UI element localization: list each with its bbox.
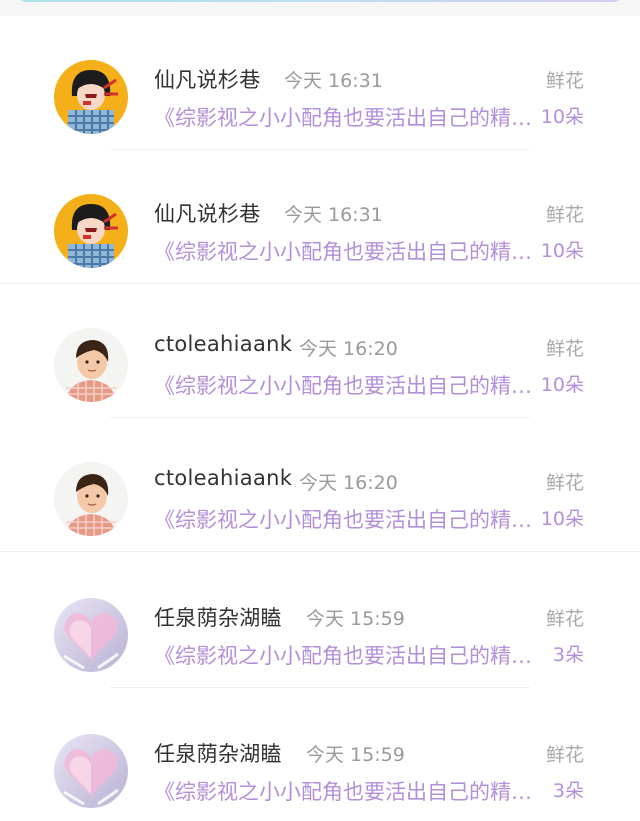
heart-avatar[interactable] xyxy=(54,598,128,672)
list-item[interactable]: 仙凡说杉巷 今天 16:31 《综影视之小小配角也要活出自己的精彩》 鲜花 10… xyxy=(0,16,640,150)
timestamp: 今天 16:31 xyxy=(284,204,383,226)
timestamp: 今天 16:20 xyxy=(299,472,398,494)
gift-count: 3朵 xyxy=(552,644,584,666)
boy-avatar[interactable] xyxy=(54,462,128,536)
timestamp: 今天 16:31 xyxy=(284,70,383,92)
timestamp: 今天 16:20 xyxy=(299,338,398,360)
user-name[interactable]: ctoleahiaank xyxy=(154,466,292,490)
book-title-link[interactable]: 《综影视之小小配角也要活出自己的精彩》 xyxy=(154,370,532,400)
gift-type-label: 鲜花 xyxy=(545,608,584,630)
list-item[interactable]: 仙凡说杉巷 今天 16:31 《综影视之小小配角也要活出自己的精彩》 鲜花 10… xyxy=(0,150,640,284)
user-name[interactable]: ctoleahiaank xyxy=(154,332,292,356)
gift-count: 10朵 xyxy=(540,508,584,530)
top-header-strip xyxy=(0,0,640,16)
list-item[interactable]: 任泉荫杂湖瞌 今天 15:59 《综影视之小小配角也要活出自己的精彩》 鲜花 3… xyxy=(0,552,640,688)
book-title-link[interactable]: 《综影视之小小配角也要活出自己的精彩》 xyxy=(154,776,532,806)
gift-count: 10朵 xyxy=(540,240,584,262)
gift-type-label: 鲜花 xyxy=(545,472,584,494)
timestamp: 今天 15:59 xyxy=(306,608,405,630)
user-name[interactable]: 任泉荫杂湖瞌 xyxy=(154,738,282,768)
user-name[interactable]: 任泉荫杂湖瞌 xyxy=(154,602,282,632)
girl-avatar[interactable] xyxy=(54,194,128,268)
user-name[interactable]: 仙凡说杉巷 xyxy=(154,64,261,94)
list-item[interactable]: ctoleahiaank 今天 16:20 《综影视之小小配角也要活出自己的精彩… xyxy=(0,418,640,552)
user-name[interactable]: 仙凡说杉巷 xyxy=(154,198,261,228)
list-item[interactable]: ctoleahiaank 今天 16:20 《综影视之小小配角也要活出自己的精彩… xyxy=(0,284,640,418)
gift-count: 10朵 xyxy=(540,106,584,128)
timestamp: 今天 15:59 xyxy=(306,744,405,766)
gift-type-label: 鲜花 xyxy=(545,744,584,766)
list-item[interactable]: 任泉荫杂湖瞌 今天 15:59 《综影视之小小配角也要活出自己的精彩》 鲜花 3… xyxy=(0,686,640,820)
book-title-link[interactable]: 《综影视之小小配角也要活出自己的精彩》 xyxy=(154,640,532,670)
gift-count: 3朵 xyxy=(552,780,584,802)
gift-type-label: 鲜花 xyxy=(545,338,584,360)
book-title-link[interactable]: 《综影视之小小配角也要活出自己的精彩》 xyxy=(154,236,532,266)
gift-type-label: 鲜花 xyxy=(545,204,584,226)
book-title-link[interactable]: 《综影视之小小配角也要活出自己的精彩》 xyxy=(154,102,532,132)
heart-avatar[interactable] xyxy=(54,734,128,808)
book-title-link[interactable]: 《综影视之小小配角也要活出自己的精彩》 xyxy=(154,504,532,534)
girl-avatar[interactable] xyxy=(54,60,128,134)
boy-avatar[interactable] xyxy=(54,328,128,402)
header-gradient-bar xyxy=(18,0,622,2)
gift-type-label: 鲜花 xyxy=(545,70,584,92)
gift-count: 10朵 xyxy=(540,374,584,396)
